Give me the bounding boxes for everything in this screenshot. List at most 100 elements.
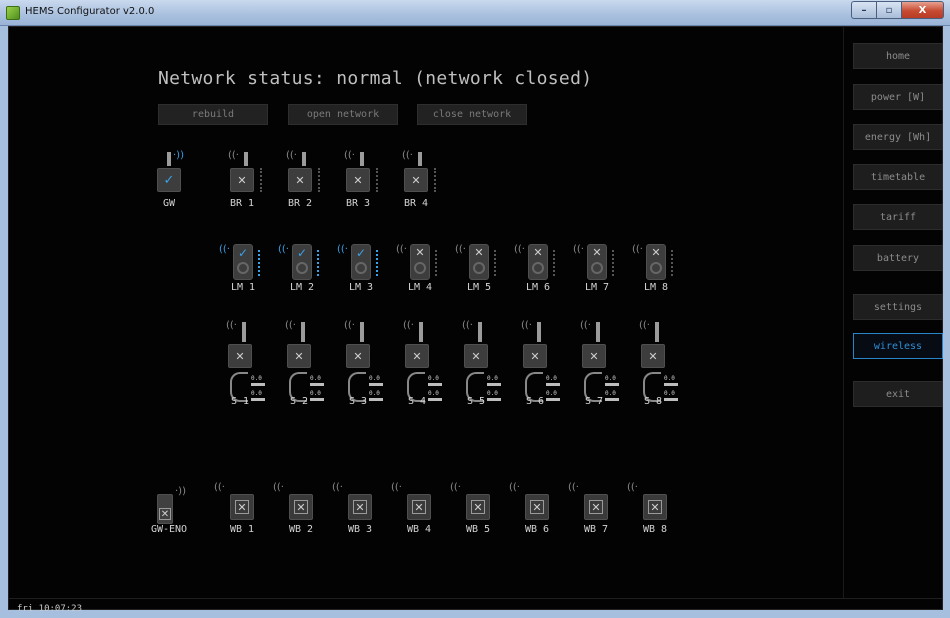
cross-icon: ✕	[288, 168, 312, 192]
close-network-button[interactable]: close network	[417, 104, 527, 125]
bridge-device[interactable]: ((· ✕ BR 4	[386, 146, 446, 236]
wireless-signal-icon: ((·	[509, 482, 520, 493]
nav-battery-button[interactable]: battery	[853, 245, 943, 271]
wireless-signal-icon: ((·	[632, 244, 643, 255]
sensor-value: 0.0	[487, 375, 498, 382]
antenna-icon	[537, 322, 541, 342]
open-network-button[interactable]: open network	[288, 104, 398, 125]
device-label: WB 8	[642, 524, 668, 535]
cross-icon: ✕	[353, 500, 367, 514]
cross-icon: ✕	[412, 500, 426, 514]
load-module-device[interactable]: ((· ✓ LM 3	[331, 240, 391, 330]
gateway-device[interactable]: ·)) ✓ GW	[139, 146, 199, 236]
signal-level-indicator	[434, 168, 436, 192]
socket-icon	[296, 262, 308, 274]
signal-level-indicator	[258, 250, 260, 276]
nav-power-button[interactable]: power [W]	[853, 84, 943, 110]
wireless-signal-icon: ((·	[462, 320, 473, 331]
device-label: LM 6	[525, 282, 551, 293]
load-module-device[interactable]: ((· ✕ LM 8	[626, 240, 686, 330]
antenna-icon	[478, 322, 482, 342]
wireless-button-device[interactable]: ((· ✕ WB 3	[326, 480, 386, 570]
bridge-device[interactable]: ((· ✕ BR 1	[212, 146, 272, 236]
gw-eno-device[interactable]: ·)) ✕ GW-ENO	[139, 480, 199, 570]
wireless-signal-icon: ((·	[285, 320, 296, 331]
device-label: LM 5	[466, 282, 492, 293]
sensor-device[interactable]: ((· ✕ 0.0 0.0 S 4	[387, 318, 447, 408]
wireless-signal-icon: ((·	[278, 244, 289, 255]
device-label: LM 4	[407, 282, 433, 293]
signal-level-indicator	[553, 250, 555, 276]
antenna-icon	[242, 322, 246, 342]
sensor-bar	[310, 383, 324, 386]
nav-home-button[interactable]: home	[853, 43, 943, 69]
wireless-button-device[interactable]: ((· ✕ WB 6	[503, 480, 563, 570]
wireless-button-device[interactable]: ((· ✕ WB 4	[385, 480, 445, 570]
wireless-button-device[interactable]: ((· ✕ WB 2	[267, 480, 327, 570]
device-label: BR 1	[229, 198, 255, 209]
nav-settings-button[interactable]: settings	[853, 294, 943, 320]
sensor-device[interactable]: ((· ✕ 0.0 0.0 S 1	[210, 318, 270, 408]
device-label: S 5	[466, 396, 486, 407]
sensor-device[interactable]: ((· ✕ 0.0 0.0 S 7	[564, 318, 624, 408]
window-frame-right	[943, 26, 950, 618]
minimize-button[interactable]: –	[851, 1, 876, 19]
wireless-button-device[interactable]: ((· ✕ WB 1	[208, 480, 268, 570]
sensor-bar	[369, 383, 383, 386]
wireless-signal-icon: ((·	[639, 320, 650, 331]
wireless-button-device[interactable]: ((· ✕ WB 7	[562, 480, 622, 570]
close-window-button[interactable]: X	[901, 1, 944, 19]
antenna-icon	[419, 322, 423, 342]
cross-icon: ✕	[228, 344, 252, 368]
nav-energy-button[interactable]: energy [Wh]	[853, 124, 943, 150]
sensor-device[interactable]: ((· ✕ 0.0 0.0 S 3	[328, 318, 388, 408]
sensor-device[interactable]: ((· ✕ 0.0 0.0 S 6	[505, 318, 565, 408]
load-module-device[interactable]: ((· ✕ LM 7	[567, 240, 627, 330]
wireless-button-device[interactable]: ((· ✕ WB 8	[621, 480, 681, 570]
wireless-button-device[interactable]: ((· ✕ WB 5	[444, 480, 504, 570]
cross-icon: ✕	[582, 344, 606, 368]
socket-icon	[355, 262, 367, 274]
cross-icon: ✕	[530, 500, 544, 514]
sensor-device[interactable]: ((· ✕ 0.0 0.0 S 5	[446, 318, 506, 408]
wireless-signal-icon: ((·	[337, 244, 348, 255]
window-controls: – ▫ X	[851, 1, 944, 19]
device-label: BR 3	[345, 198, 371, 209]
maximize-button[interactable]: ▫	[876, 1, 901, 19]
device-label: LM 3	[348, 282, 374, 293]
signal-level-indicator	[376, 168, 378, 192]
sidebar-divider	[843, 26, 844, 598]
wireless-signal-icon: ((·	[228, 150, 239, 161]
antenna-icon	[655, 322, 659, 342]
load-module-device[interactable]: ((· ✕ LM 4	[390, 240, 450, 330]
sensor-device[interactable]: ((· ✕ 0.0 0.0 S 2	[269, 318, 329, 408]
sensor-device[interactable]: ((· ✕ 0.0 0.0 S 8	[623, 318, 683, 408]
sensor-bar	[605, 383, 619, 386]
load-module-device[interactable]: ((· ✓ LM 2	[272, 240, 332, 330]
device-label: WB 2	[288, 524, 314, 535]
device-label: LM 7	[584, 282, 610, 293]
device-label: S 1	[230, 396, 250, 407]
nav-timetable-button[interactable]: timetable	[853, 164, 943, 190]
nav-exit-button[interactable]: exit	[853, 381, 943, 407]
rebuild-button[interactable]: rebuild	[158, 104, 268, 125]
wireless-signal-icon: ((·	[344, 150, 355, 161]
window-frame-left	[0, 26, 8, 618]
wireless-signal-icon: ((·	[455, 244, 466, 255]
device-label: S 6	[525, 396, 545, 407]
bridge-device[interactable]: ((· ✕ BR 3	[328, 146, 388, 236]
nav-wireless-button[interactable]: wireless	[853, 333, 943, 359]
load-module-device[interactable]: ((· ✕ LM 5	[449, 240, 509, 330]
cross-icon: ✕	[589, 500, 603, 514]
wireless-signal-icon: ((·	[568, 482, 579, 493]
load-module-device[interactable]: ((· ✓ LM 1	[213, 240, 273, 330]
cross-icon: ✕	[346, 344, 370, 368]
sensor-bar	[664, 383, 678, 386]
cross-icon: ✕	[404, 168, 428, 192]
device-label: LM 2	[289, 282, 315, 293]
nav-tariff-button[interactable]: tariff	[853, 204, 943, 230]
check-icon: ✓	[157, 168, 181, 192]
bridge-device[interactable]: ((· ✕ BR 2	[270, 146, 330, 236]
cross-icon: ✕	[230, 168, 254, 192]
load-module-device[interactable]: ((· ✕ LM 6	[508, 240, 568, 330]
